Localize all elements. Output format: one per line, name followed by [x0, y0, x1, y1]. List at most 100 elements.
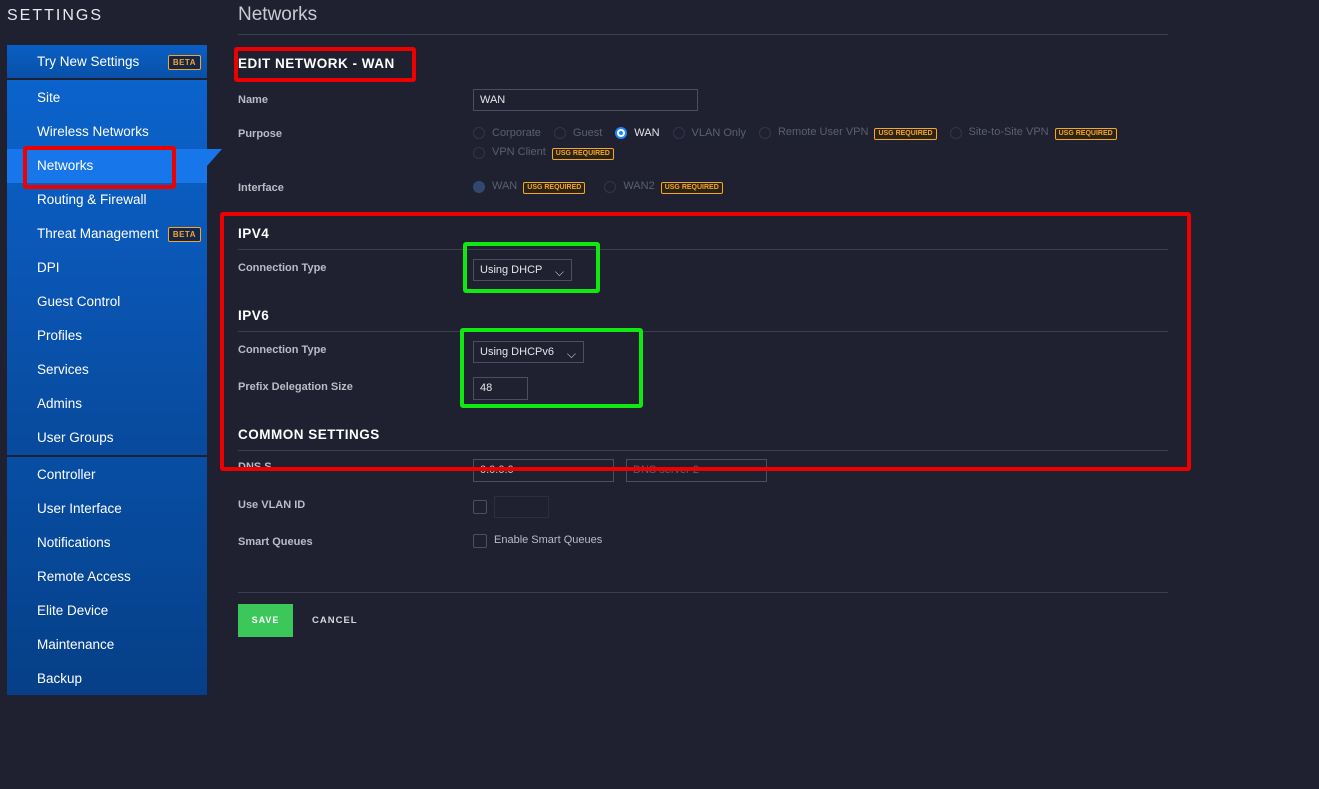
radio-site-to-site-vpn[interactable]	[949, 127, 962, 139]
dns-server-2-input[interactable]: DNS server 2	[626, 459, 767, 482]
sidebar-item-profiles[interactable]: Profiles	[7, 319, 207, 353]
usg-required-badge: USG REQUIRED	[523, 182, 586, 194]
smart-queues-checkbox[interactable]	[473, 534, 487, 548]
chevron-down-icon: ⌵	[566, 347, 576, 361]
settings-sidebar: Try New Settings BETA Site Wireless Netw…	[7, 45, 222, 697]
sidebar-item-dpi[interactable]: DPI	[7, 251, 207, 285]
sidebar-item-elite-device[interactable]: Elite Device	[7, 594, 207, 628]
sidebar-item-remote-access[interactable]: Remote Access	[7, 560, 207, 594]
interface-label: Interface	[238, 182, 284, 194]
sidebar-item-services[interactable]: Services	[7, 353, 207, 387]
enable-smart-queues-label: Enable Smart Queues	[494, 534, 603, 546]
common-settings-title: COMMON SETTINGS	[238, 427, 380, 442]
sidebar-item-user-groups[interactable]: User Groups	[7, 421, 207, 455]
radio-interface-wan2[interactable]	[604, 181, 617, 193]
divider	[238, 450, 1168, 451]
beta-badge: BETA	[167, 227, 201, 242]
purpose-radio-group-row2: VPN Client USG REQUIRED	[473, 146, 627, 160]
radio-corporate[interactable]	[473, 127, 485, 139]
radio-label-remote-user-vpn: Remote User VPN USG REQUIRED	[778, 126, 937, 140]
sidebar-item-label: Site	[37, 90, 61, 105]
radio-label-text: Site-to-Site VPN	[968, 126, 1049, 138]
sidebar-item-label: Networks	[37, 158, 94, 173]
select-value: Using DHCP	[480, 264, 543, 276]
radio-label-interface-wan: WAN USG REQUIRED	[492, 180, 586, 194]
name-label: Name	[238, 94, 268, 106]
radio-remote-user-vpn[interactable]	[758, 127, 771, 139]
sidebar-item-wireless-networks[interactable]: Wireless Networks	[7, 115, 207, 149]
sidebar-item-label: User Groups	[37, 430, 114, 445]
sidebar-item-site[interactable]: Site	[7, 81, 207, 115]
radio-label-text: WAN	[492, 180, 518, 192]
select-value: Using DHCPv6	[480, 346, 554, 358]
divider	[238, 331, 1168, 332]
use-vlan-id-checkbox[interactable]	[473, 500, 487, 514]
ipv4-title: IPV4	[238, 226, 270, 241]
sidebar-item-label: Try New Settings	[37, 54, 140, 69]
usg-required-badge: USG REQUIRED	[1054, 128, 1117, 140]
page-title: Networks	[238, 4, 318, 25]
radio-label-guest: Guest	[572, 127, 603, 139]
use-vlan-id-label: Use VLAN ID	[238, 499, 306, 511]
edit-network-title: EDIT NETWORK - WAN	[238, 56, 395, 71]
usg-required-badge: USG REQUIRED	[874, 128, 937, 140]
sidebar-item-label: Profiles	[37, 328, 83, 343]
sidebar-item-label: DPI	[37, 260, 60, 275]
radio-label-site-to-site-vpn: Site-to-Site VPN USG REQUIRED	[969, 126, 1117, 140]
dns-label: DNS S	[238, 461, 272, 473]
radio-vlan-only[interactable]	[672, 127, 685, 139]
radio-label-text: VPN Client	[492, 146, 546, 158]
radio-interface-wan[interactable]	[473, 181, 485, 193]
interface-radio-group: WAN USG REQUIRED WAN2 USG REQUIRED	[473, 180, 736, 194]
radio-wan[interactable]	[615, 127, 628, 139]
purpose-radio-group: Corporate Guest WAN VLAN Only Remote Use…	[473, 126, 1130, 140]
divider	[238, 592, 1168, 593]
sidebar-item-controller[interactable]: Controller	[7, 458, 207, 492]
radio-guest[interactable]	[553, 127, 566, 139]
beta-badge: BETA	[167, 55, 201, 70]
smart-queues-label: Smart Queues	[238, 536, 313, 548]
sidebar-item-threat-management[interactable]: Threat Management BETA	[7, 217, 207, 251]
sidebar-item-label: Admins	[37, 396, 83, 411]
sidebar-group-controller: Controller User Interface Notifications …	[7, 457, 207, 695]
radio-label-interface-wan2: WAN2 USG REQUIRED	[623, 180, 723, 194]
sidebar-item-label: User Interface	[37, 501, 122, 516]
ipv4-connection-type-select[interactable]: Using DHCP ⌵	[473, 259, 572, 281]
sidebar-item-notifications[interactable]: Notifications	[7, 526, 207, 560]
sidebar-group-beta: Try New Settings BETA	[7, 45, 207, 78]
sidebar-item-label: Threat Management	[37, 226, 159, 241]
sidebar-item-maintenance[interactable]: Maintenance	[7, 628, 207, 662]
radio-vpn-client[interactable]	[473, 147, 485, 159]
usg-required-badge: USG REQUIRED	[551, 148, 614, 160]
ipv4-connection-type-label: Connection Type	[238, 262, 327, 274]
vlan-id-input[interactable]	[494, 496, 549, 518]
sidebar-item-label: Backup	[37, 671, 83, 686]
radio-label-vlan-only: VLAN Only	[691, 127, 746, 139]
ipv6-connection-type-select[interactable]: Using DHCPv6 ⌵	[473, 341, 584, 363]
sidebar-item-routing-firewall[interactable]: Routing & Firewall	[7, 183, 207, 217]
sidebar-group-site: Site Wireless Networks Networks Routing …	[7, 80, 222, 455]
dns-server-1-input[interactable]: 0.0.0.0	[473, 459, 614, 482]
chevron-down-icon: ⌵	[554, 265, 564, 279]
cancel-button[interactable]: CANCEL	[312, 604, 358, 637]
radio-label-text: Remote User VPN	[777, 126, 869, 138]
sidebar-item-label: Elite Device	[37, 603, 109, 618]
sidebar-item-networks[interactable]: Networks	[7, 149, 222, 183]
sidebar-item-try-new-settings[interactable]: Try New Settings BETA	[7, 45, 207, 78]
sidebar-item-admins[interactable]: Admins	[7, 387, 207, 421]
name-input[interactable]: WAN	[473, 89, 698, 111]
sidebar-item-backup[interactable]: Backup	[7, 662, 207, 696]
purpose-label: Purpose	[238, 128, 283, 140]
sidebar-item-label: Controller	[37, 467, 96, 482]
sidebar-item-user-interface[interactable]: User Interface	[7, 492, 207, 526]
prefix-delegation-size-label: Prefix Delegation Size	[238, 381, 353, 393]
sidebar-item-label: Maintenance	[37, 637, 115, 652]
sidebar-item-label: Wireless Networks	[37, 124, 149, 139]
sidebar-item-label: Services	[37, 362, 89, 377]
save-button[interactable]: SAVE	[238, 604, 293, 637]
prefix-delegation-size-input[interactable]: 48	[473, 377, 528, 400]
divider	[238, 249, 1168, 250]
radio-label-vpn-client: VPN Client USG REQUIRED	[492, 146, 614, 160]
sidebar-item-guest-control[interactable]: Guest Control	[7, 285, 207, 319]
settings-title: SETTINGS	[7, 7, 104, 24]
